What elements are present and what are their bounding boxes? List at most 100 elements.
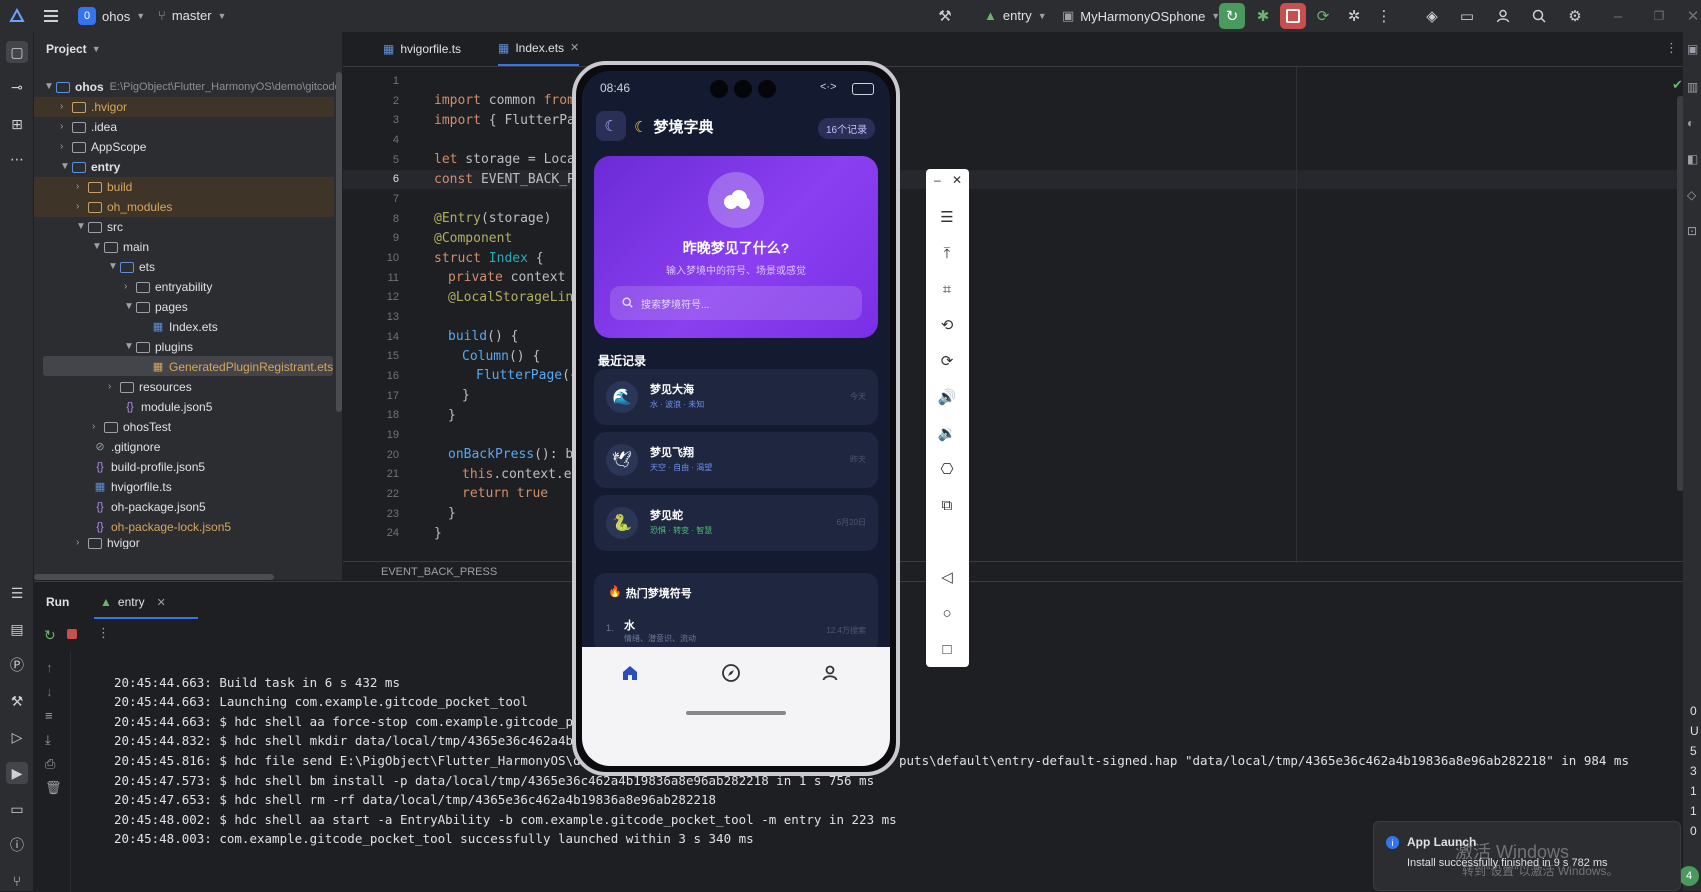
moon-button[interactable]: ☾ — [596, 111, 626, 141]
scroll-end-icon[interactable]: ⤓ — [45, 732, 51, 748]
run-tool-icon[interactable]: ▶ — [6, 762, 28, 784]
device-selector[interactable]: ▣ MyHarmonyOSphone ▼ — [1062, 8, 1220, 24]
print-icon[interactable]: ⎙ — [45, 756, 55, 772]
rerun-icon[interactable]: ↻ — [44, 627, 56, 644]
nav-profile-button[interactable] — [820, 663, 840, 686]
stop-icon[interactable] — [1280, 3, 1306, 29]
more-actions-icon[interactable]: ⋮ — [97, 625, 110, 641]
tree-item[interactable]: ▼ main — [92, 237, 149, 257]
trash-icon[interactable]: 🗑 — [45, 780, 62, 796]
tree-item[interactable]: › AppScope — [60, 137, 146, 157]
vertical-scrollbar[interactable] — [336, 72, 342, 412]
git-icon[interactable]: ⑂ — [6, 870, 28, 892]
volume-up-icon[interactable]: 🔊 — [935, 385, 959, 409]
settings-gear-icon[interactable]: ⚙ — [1562, 3, 1588, 29]
stop-icon[interactable] — [67, 629, 77, 639]
maximize-icon[interactable]: ❐ — [1646, 3, 1672, 29]
rotate-right-icon[interactable]: ⟳ — [935, 349, 959, 373]
soft-wrap-icon[interactable]: ≡ — [45, 708, 53, 723]
breadcrumb[interactable]: EVENT_BACK_PRESS — [381, 566, 497, 578]
tree-item[interactable]: › .idea — [60, 117, 117, 137]
services-icon[interactable]: ▷ — [6, 726, 28, 748]
emulator-close-icon[interactable]: ✕ — [952, 173, 962, 187]
tree-item[interactable]: › build — [76, 177, 132, 197]
recents-square-icon[interactable]: □ — [935, 637, 959, 661]
minimize-icon[interactable]: – — [1605, 3, 1631, 29]
folder-icon[interactable]: ▭ — [1454, 3, 1480, 29]
ai-assistant-icon[interactable]: ◧ — [1687, 152, 1698, 166]
tree-item[interactable]: ▦ GeneratedPluginRegistrant.ets — [152, 357, 333, 377]
log-icon[interactable]: ▤ — [6, 618, 28, 640]
nav-home-button[interactable] — [620, 663, 640, 686]
app-logo-icon[interactable] — [4, 3, 30, 29]
more-tabs-icon[interactable]: ⋮ — [1665, 40, 1678, 56]
rerun-icon[interactable]: ↻ — [1219, 3, 1245, 29]
close-icon[interactable]: ✕ — [157, 596, 166, 609]
main-menu-icon[interactable] — [38, 3, 64, 29]
tree-root[interactable]: ▼ ohos E:\PigObject\Flutter_HarmonyOS\de… — [44, 77, 342, 97]
shake-icon[interactable]: ⎔ — [935, 457, 959, 481]
problems-icon[interactable]: ⓘ — [6, 834, 28, 856]
tree-item[interactable]: ▼ plugins — [124, 337, 193, 357]
more-tools-icon[interactable]: ⋯ — [6, 148, 28, 170]
emulator-menu-icon[interactable]: ☰ — [935, 205, 959, 229]
commit-icon[interactable]: ⊸ — [6, 76, 28, 98]
scroll-down-icon[interactable]: ↓ — [46, 684, 53, 699]
tree-item[interactable]: › entryability — [124, 277, 212, 297]
database-icon[interactable]: ⊡ — [1687, 224, 1697, 238]
tab-index[interactable]: ▦ Index.ets ✕ — [498, 31, 580, 66]
tree-item[interactable]: {} module.json5 — [124, 397, 212, 417]
list-item[interactable]: 🕊 梦见飞翔 天空 · 自由 · 渴望 昨天 — [594, 432, 878, 488]
close-icon[interactable]: ✕ — [570, 31, 579, 65]
close-window-icon[interactable]: ✕ — [1680, 3, 1701, 29]
hot-item-title[interactable]: 水 — [624, 617, 635, 633]
more-actions-icon[interactable]: ⋮ — [1371, 3, 1397, 29]
account-icon[interactable] — [1490, 3, 1516, 29]
project-folder-icon[interactable]: ▢ — [6, 41, 28, 63]
home-circle-icon[interactable]: ○ — [935, 601, 959, 625]
horizontal-scrollbar[interactable] — [34, 574, 274, 580]
preview-icon[interactable]: ▥ — [1687, 80, 1698, 94]
list-item[interactable]: 🌊 梦见大海 水 · 波浪 · 未知 今天 — [594, 369, 878, 425]
todo-icon[interactable]: ☰ — [6, 582, 28, 604]
volume-down-icon[interactable]: 🔉 — [935, 421, 959, 445]
tab-run-entry[interactable]: ▲ entry ✕ — [94, 587, 198, 619]
tree-item[interactable]: › .hvigor — [60, 97, 127, 117]
nav-explore-button[interactable] — [721, 663, 741, 686]
structure-icon[interactable]: ⊞ — [6, 113, 28, 135]
tree-item[interactable]: ▦ Index.ets — [152, 317, 218, 337]
status-badge-icon[interactable]: 4 — [1679, 866, 1699, 886]
tree-item[interactable]: › hvigor — [76, 537, 140, 549]
tree-item[interactable]: ▼ pages — [124, 297, 188, 317]
pin-top-icon[interactable]: ⤒ — [935, 241, 959, 265]
device-manager-icon[interactable]: ◈ — [1419, 3, 1445, 29]
terminal-icon[interactable]: ▭ — [6, 798, 28, 820]
tree-item[interactable]: ▼ ets — [108, 257, 155, 277]
tree-item[interactable]: {} oh-package-lock.json5 — [94, 517, 231, 537]
project-panel-header[interactable]: Project ▼ — [46, 42, 101, 56]
tree-item[interactable]: › ohosTest — [92, 417, 171, 437]
device-file-icon[interactable]: ◐ — [1687, 116, 1694, 130]
tree-item[interactable]: {} build-profile.json5 — [94, 457, 205, 477]
tree-item[interactable]: ▦ hvigorfile.ts — [94, 477, 172, 497]
scroll-up-icon[interactable]: ↑ — [46, 660, 53, 675]
tree-item[interactable]: {} oh-package.json5 — [94, 497, 205, 517]
tab-hvigorfile[interactable]: ▦ hvigorfile.ts — [383, 32, 461, 66]
notifications-icon[interactable]: ▣ — [1687, 42, 1698, 56]
build-icon[interactable]: ⚒ — [6, 690, 28, 712]
emulator-minimize-icon[interactable]: – — [934, 173, 941, 187]
gradle-icon[interactable]: ◇ — [1687, 188, 1696, 202]
run-config-selector[interactable]: ▲ entry ▼ — [984, 8, 1047, 23]
back-triangle-icon[interactable]: ◁ — [935, 565, 959, 589]
search-icon[interactable] — [1526, 3, 1552, 29]
screenshot-crop-icon[interactable]: ⌗ — [935, 277, 959, 301]
dream-search-input[interactable]: 搜索梦境符号... — [610, 286, 862, 320]
tree-item[interactable]: ⊘ .gitignore — [94, 437, 160, 457]
profiler-icon[interactable]: Ⓟ — [6, 654, 28, 676]
apply-changes-icon[interactable]: ⟳ — [1310, 3, 1336, 29]
debug-bug-icon[interactable]: ✱ — [1250, 3, 1276, 29]
tree-item[interactable]: › resources — [108, 377, 192, 397]
branch-selector[interactable]: ⑂ master ▼ — [158, 8, 226, 23]
list-item[interactable]: 🐍 梦见蛇 恐惧 · 转变 · 智慧 6月20日 — [594, 495, 878, 551]
tree-item[interactable]: › oh_modules — [76, 197, 172, 217]
